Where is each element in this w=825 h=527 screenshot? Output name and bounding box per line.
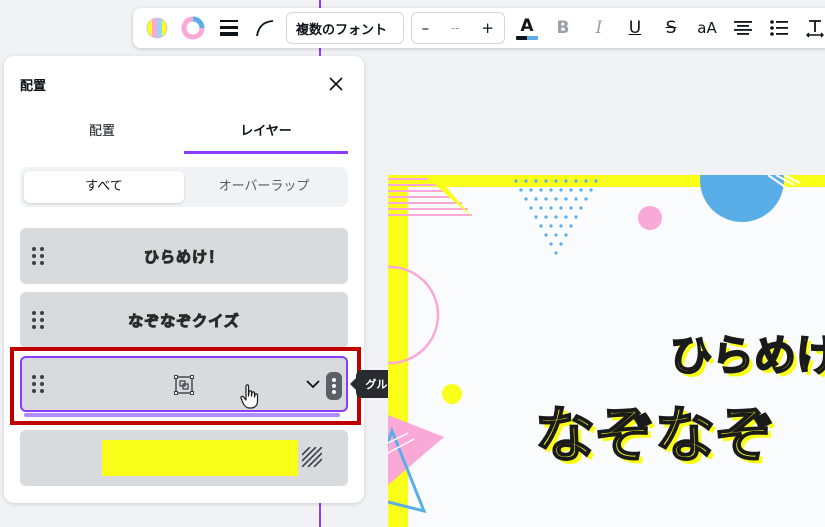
- decrease-size-button[interactable]: –: [422, 19, 430, 37]
- italic-button[interactable]: I: [581, 12, 617, 44]
- text-toolbar: 複数のフォント – -- + A B I U S aA: [133, 8, 825, 48]
- letter-case-icon: aA: [697, 19, 717, 37]
- panel-tabs: 配置 レイヤー: [20, 118, 348, 154]
- letter-case-button[interactable]: aA: [689, 12, 725, 44]
- segment-all[interactable]: すべて: [24, 171, 184, 203]
- transparency-pattern-icon: [302, 447, 322, 467]
- position-panel: 配置 配置 レイヤー すべて オーバーラップ ひらめけ！ なぞなぞクイズ: [4, 56, 364, 503]
- canvas-title-line1[interactable]: ひらめけ: [669, 322, 825, 383]
- highlight-box: [10, 347, 361, 425]
- close-icon: [329, 77, 343, 91]
- layer-thumbnail-text: ひらめけ！: [143, 247, 224, 266]
- layer-item-background[interactable]: [20, 430, 348, 486]
- font-size-value[interactable]: --: [451, 21, 460, 35]
- curve-icon[interactable]: [247, 12, 283, 44]
- increase-size-button[interactable]: +: [481, 19, 494, 37]
- italic-icon: I: [595, 18, 603, 38]
- layer-filter-segmented-control: すべて オーバーラップ: [20, 167, 348, 207]
- layer-thumbnail-rect: [102, 440, 298, 476]
- underline-icon: U: [628, 18, 642, 38]
- layer-item-nazonazo-quiz[interactable]: なぞなぞクイズ: [20, 292, 348, 348]
- strikethrough-icon: S: [665, 18, 677, 38]
- panel-title: 配置: [20, 79, 47, 94]
- tab-arrange[interactable]: 配置: [20, 118, 184, 154]
- bold-icon: B: [556, 18, 570, 38]
- drag-handle-icon[interactable]: [32, 311, 48, 329]
- close-button[interactable]: [324, 72, 348, 96]
- font-size-stepper[interactable]: – -- +: [410, 12, 505, 44]
- more-options-icon[interactable]: [326, 372, 342, 400]
- canvas-title-line2[interactable]: なぞなぞ: [534, 387, 776, 474]
- font-family-dropdown[interactable]: 複数のフォント: [286, 12, 404, 44]
- layer-thumbnail-text: なぞなぞクイズ: [128, 311, 240, 330]
- underline-button[interactable]: U: [617, 12, 653, 44]
- bulleted-list-icon[interactable]: [761, 12, 797, 44]
- layer-item-hirameke[interactable]: ひらめけ！: [20, 228, 348, 284]
- text-color-button[interactable]: A: [509, 12, 545, 44]
- align-center-icon[interactable]: [725, 12, 761, 44]
- line-weight-icon[interactable]: [211, 12, 247, 44]
- text-color-swatch: [516, 36, 538, 40]
- design-canvas[interactable]: ひらめけ なぞなぞ: [388, 175, 825, 527]
- font-family-label: 複数のフォント: [296, 22, 388, 38]
- segment-overlap[interactable]: オーバーラップ: [184, 171, 344, 203]
- color-palette-icon[interactable]: [139, 12, 175, 44]
- tab-layers[interactable]: レイヤー: [184, 118, 348, 154]
- text-spacing-icon[interactable]: [797, 12, 825, 44]
- color-ring-icon[interactable]: [175, 12, 211, 44]
- strikethrough-button[interactable]: S: [653, 12, 689, 44]
- bold-button[interactable]: B: [545, 12, 581, 44]
- drag-handle-icon[interactable]: [32, 247, 48, 265]
- text-color-icon: A: [520, 16, 534, 36]
